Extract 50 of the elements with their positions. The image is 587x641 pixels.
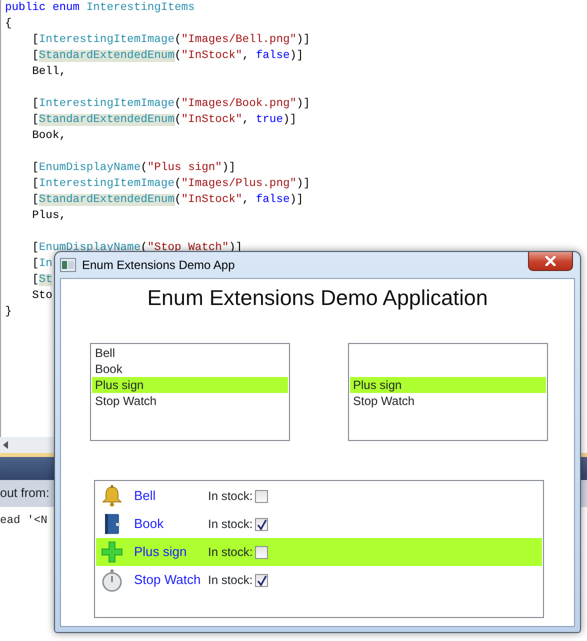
app-heading: Enum Extensions Demo Application: [146, 285, 489, 312]
app-icon: [60, 258, 76, 272]
code-line: [StandardExtendedEnum("InStock", false)]: [31, 194, 304, 206]
item-row[interactable]: Plus sign In stock:: [96, 538, 542, 566]
item-name: Stop Watch: [134, 571, 202, 590]
stock-label: In stock:: [208, 488, 253, 505]
code-line: [InterestingItemImage("Images/Plus.png")]: [31, 178, 310, 190]
code-line: public enum InterestingItems: [5, 2, 195, 14]
in-stock-checkbox[interactable]: [254, 574, 268, 586]
code-line: [StandardExtendedEnum("InStock", false)]: [31, 50, 304, 62]
list-item[interactable]: Stop Watch: [92, 393, 288, 409]
item-row[interactable]: Book In stock:: [96, 510, 542, 538]
plus-icon: [100, 540, 124, 564]
item-row[interactable]: Bell In stock:: [96, 482, 542, 510]
code-line: Bell,: [31, 66, 66, 78]
code-line: [InterestingItemImage("Images/Book.png")]: [31, 98, 310, 110]
list-item[interactable]: Plus sign: [350, 377, 546, 393]
code-line: Book,: [31, 130, 66, 142]
list-item[interactable]: Bell: [92, 345, 288, 361]
code-line: Sto: [31, 290, 52, 302]
close-button[interactable]: [528, 252, 573, 271]
stock-label: In stock:: [208, 572, 253, 589]
list-item[interactable]: Book: [92, 361, 288, 377]
stock-label: In stock:: [208, 544, 253, 561]
item-name: Bell: [134, 487, 157, 506]
bell-icon: [100, 484, 124, 508]
in-stock-checkbox[interactable]: [254, 490, 268, 502]
output-label: out from:: [0, 485, 50, 502]
stopwatch-icon: [100, 568, 124, 592]
code-line: [In: [31, 258, 52, 270]
window-title: Enum Extensions Demo App: [82, 257, 235, 274]
code-line: [EnumDisplayName("Plus sign")]: [31, 162, 236, 174]
code-line: {: [5, 18, 12, 30]
item-name: Book: [134, 515, 165, 534]
in-stock-checkbox[interactable]: [254, 546, 268, 558]
code-line: Plus,: [31, 210, 66, 222]
item-row[interactable]: Stop Watch In stock:: [96, 566, 542, 594]
stock-label: In stock:: [208, 516, 253, 533]
close-icon[interactable]: [545, 256, 556, 266]
code-line: [InterestingItemImage("Images/Bell.png")]: [31, 34, 310, 46]
code-line: [St: [31, 274, 52, 286]
list-item[interactable]: Stop Watch: [350, 393, 546, 409]
list-item[interactable]: Plus sign: [92, 377, 288, 393]
item-name: Plus sign: [134, 543, 188, 562]
in-stock-checkbox[interactable]: [254, 518, 268, 530]
output-line: ead '<N: [0, 514, 48, 529]
scroll-left-icon[interactable]: [3, 441, 8, 449]
code-line: }: [5, 306, 12, 318]
code-line: [StandardExtendedEnum("InStock", true)]: [31, 114, 297, 126]
scrollbar[interactable]: [0, 437, 54, 453]
